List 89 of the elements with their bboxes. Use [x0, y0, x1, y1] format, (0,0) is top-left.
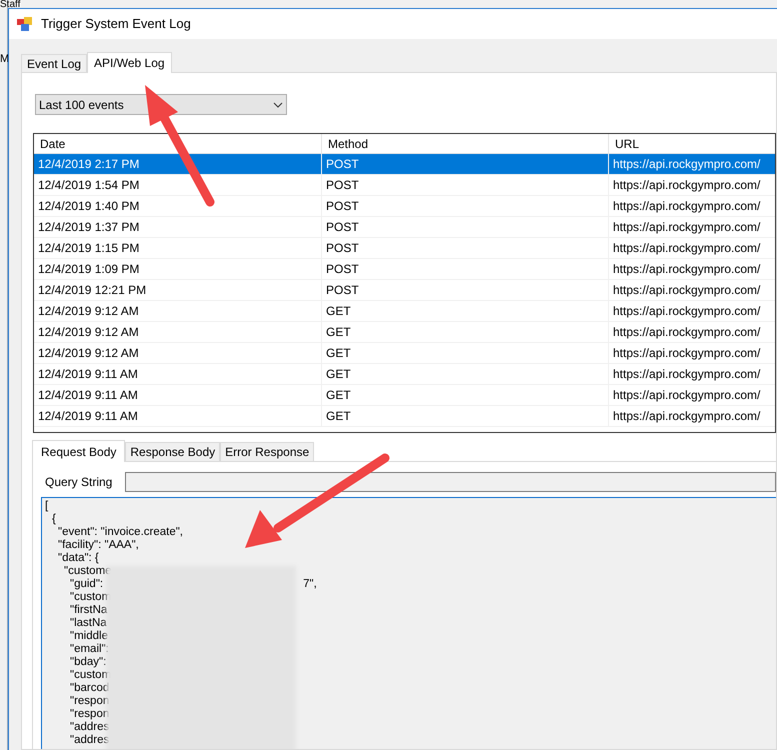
table-cell: https://api.rockgympro.com/ [613, 241, 760, 255]
window-title: Trigger System Event Log [41, 15, 191, 34]
table-row[interactable]: 12/4/2019 12:21 PM POST https://api.rockgympro.com/ [34, 280, 775, 301]
table-cell: POST [326, 283, 359, 297]
table-cell: 12/4/2019 1:37 PM [38, 220, 140, 234]
table-cell: 12/4/2019 9:11 AM [38, 409, 138, 423]
table-cell: GET [326, 409, 351, 423]
query-string-label: Query String [44, 474, 114, 490]
code-line: "addres [70, 721, 110, 734]
code-line: "middle [70, 630, 108, 643]
code-line: "custom [70, 591, 112, 604]
table-cell: https://api.rockgympro.com/ [613, 220, 760, 234]
code-text: 7", [303, 578, 317, 591]
table-cell: POST [326, 157, 359, 171]
column-header[interactable]: URL [609, 134, 775, 153]
table-cell: GET [326, 304, 351, 318]
code-line: "event": "invoice.create", [58, 526, 184, 539]
window-title: Staff [0, 0, 20, 10]
code-line: "bday": [70, 656, 106, 669]
tab[interactable]: Response Body [125, 442, 220, 461]
table-cell: POST [326, 178, 359, 192]
table-cell: POST [326, 199, 359, 213]
table-row[interactable]: 12/4/2019 9:12 AM GET https://api.rockgympro.com/ [34, 301, 775, 322]
code-line: "barcod [70, 682, 110, 695]
table-cell: 12/4/2019 9:11 AM [38, 388, 138, 402]
app-icon [17, 17, 33, 31]
code-line: "firstNa [70, 604, 108, 617]
tab[interactable]: API/Web Log [87, 52, 172, 73]
table-row[interactable]: 12/4/2019 9:11 AM GET https://api.rockgympro.com/ [34, 385, 775, 406]
table-cell: https://api.rockgympro.com/ [613, 178, 760, 192]
table-row[interactable]: 12/4/2019 1:37 PM POST https://api.rockgympro.com/ [34, 217, 775, 238]
table-row[interactable]: 12/4/2019 1:09 PM POST https://api.rockgympro.com/ [34, 259, 775, 280]
table-cell: https://api.rockgympro.com/ [613, 283, 760, 297]
table-row[interactable]: 12/4/2019 9:12 AM GET https://api.rockgympro.com/ [34, 343, 775, 364]
body-textbox[interactable]: [ { "event": "invoice.create", "facility": "AAA", "data": { "custome "guid": 7", "custom "firstNa "lastNa "middle "email": "bday": "custom "barcod "respon "respon "addres "addres [41, 497, 776, 749]
table-cell: https://api.rockgympro.com/ [613, 157, 760, 171]
table-row[interactable]: 12/4/2019 9:11 AM GET https://api.rockgympro.com/ [34, 364, 775, 385]
table-cell: https://api.rockgympro.com/ [613, 199, 760, 213]
table-cell: 12/4/2019 1:09 PM [38, 262, 140, 276]
table-cell: 12/4/2019 9:11 AM [38, 367, 138, 381]
table-cell: POST [326, 241, 359, 255]
table-row[interactable]: 12/4/2019 1:15 PM POST https://api.rockgympro.com/ [34, 238, 775, 259]
table-cell: POST [326, 262, 359, 276]
code-line: "data": { [58, 552, 99, 565]
table-row[interactable]: 12/4/2019 1:54 PM POST https://api.rockgympro.com/ [34, 175, 775, 196]
code-line: "guid": [70, 578, 104, 591]
chevron-down-icon [273, 102, 283, 108]
code-line: "addres [70, 734, 110, 747]
code-line: "email": [70, 643, 109, 656]
code-line: "facility": "AAA", [58, 539, 139, 552]
table-cell: GET [326, 325, 351, 339]
table-row[interactable]: 12/4/2019 9:12 AM GET https://api.rockgympro.com/ [34, 322, 775, 343]
filter-dropdown[interactable]: Last 100 events [35, 94, 287, 115]
code-line: "custome [64, 565, 112, 578]
table-cell: 12/4/2019 1:40 PM [38, 199, 140, 213]
table-cell: 12/4/2019 9:12 AM [38, 325, 139, 339]
table-row[interactable]: 12/4/2019 9:11 AM GET https://api.rockgympro.com/ [34, 406, 775, 427]
code-line: [ [45, 500, 48, 513]
table-cell: GET [326, 388, 351, 402]
table-cell: https://api.rockgympro.com/ [613, 262, 760, 276]
code-line: "respon [70, 695, 110, 708]
label: M [0, 53, 8, 65]
table-cell: 12/4/2019 2:17 PM [38, 157, 140, 171]
table-cell: https://api.rockgympro.com/ [613, 388, 760, 402]
table-row[interactable]: 12/4/2019 1:40 PM POST https://api.rockgympro.com/ [34, 196, 775, 217]
column-header[interactable]: Date [34, 134, 322, 153]
table-cell: https://api.rockgympro.com/ [613, 304, 760, 318]
tab[interactable]: Event Log [21, 54, 88, 72]
table-cell: 12/4/2019 12:21 PM [38, 283, 146, 297]
table-cell: 12/4/2019 9:12 AM [38, 304, 139, 318]
table-cell: https://api.rockgympro.com/ [613, 409, 760, 423]
table-cell: 12/4/2019 1:54 PM [38, 178, 140, 192]
tab[interactable]: Error Response [220, 442, 314, 461]
code-line: "custom [70, 669, 112, 682]
table-cell: GET [326, 346, 351, 360]
table-cell: https://api.rockgympro.com/ [613, 367, 760, 381]
table-cell: 12/4/2019 9:12 AM [38, 346, 139, 360]
table-cell: 12/4/2019 1:15 PM [38, 241, 140, 255]
table-cell: https://api.rockgympro.com/ [613, 346, 760, 360]
column-header[interactable]: Method [322, 134, 609, 153]
table-cell: GET [326, 367, 351, 381]
table-row[interactable]: 12/4/2019 2:17 PM POST https://api.rockgympro.com/ [34, 154, 775, 175]
code-line: "lastNa [70, 617, 107, 630]
query-string-field[interactable] [125, 472, 776, 492]
code-line: { [52, 513, 56, 526]
tab[interactable]: Request Body [32, 440, 126, 462]
code-line: "respon [70, 708, 110, 721]
table-cell: https://api.rockgympro.com/ [613, 325, 760, 339]
table-cell: POST [326, 220, 359, 234]
